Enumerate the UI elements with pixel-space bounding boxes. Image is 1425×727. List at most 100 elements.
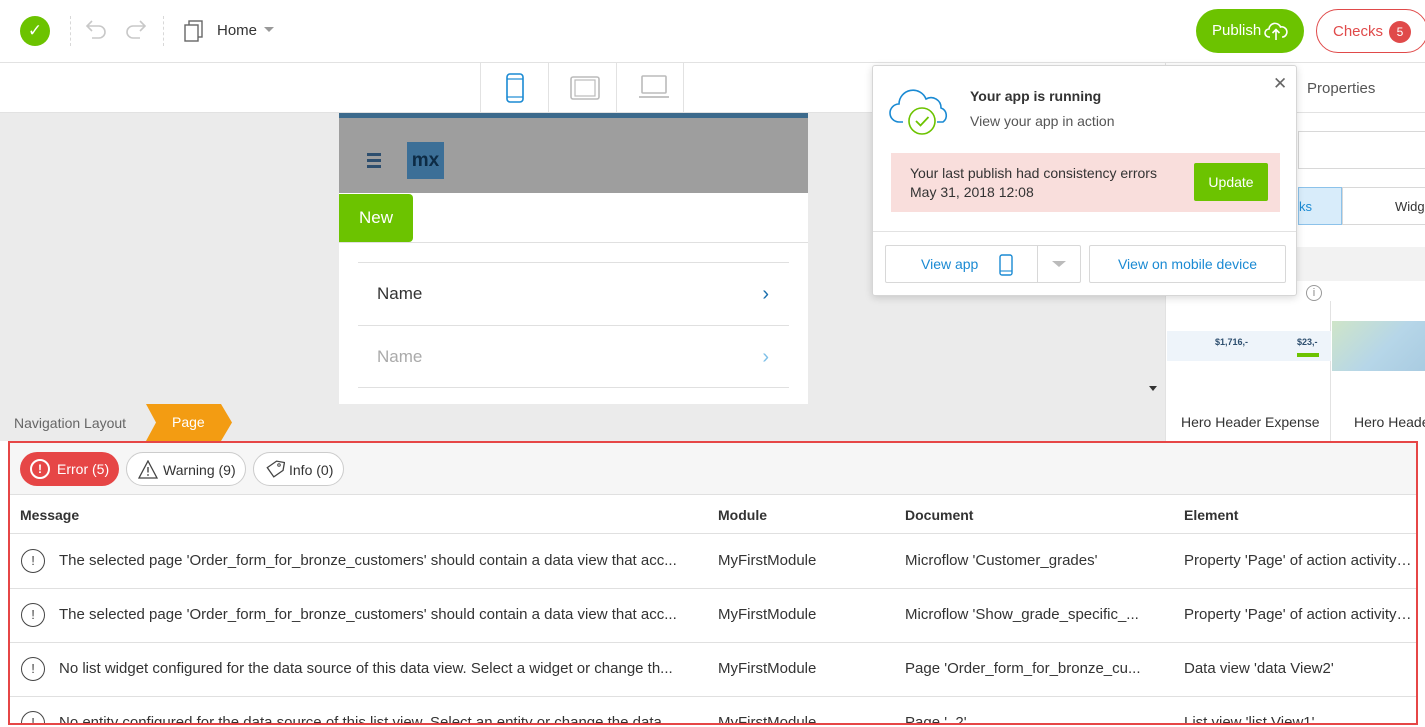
building-block-label: Hero Header Expense <box>1181 414 1320 430</box>
breadcrumb-page-label: Page <box>172 414 205 430</box>
popover-title: Your app is running <box>970 88 1102 104</box>
error-document: Page 'Order_form_for_bronze_cu... <box>905 660 1141 677</box>
toolbar-divider <box>163 16 164 46</box>
list-item[interactable]: Name › <box>358 325 789 387</box>
divider <box>339 242 808 243</box>
tab-building-blocks[interactable]: ks <box>1298 187 1342 225</box>
column-header-module[interactable]: Module <box>718 507 767 523</box>
table-row[interactable]: ! The selected page 'Order_form_for_bron… <box>10 589 1416 643</box>
phone-icon <box>999 254 1013 276</box>
laptop-icon <box>639 75 669 98</box>
phone-preview: mx New Name › Name › <box>339 113 808 404</box>
warning-icon <box>138 460 158 479</box>
error-element: Property 'Page' of action activity '... <box>1184 552 1414 569</box>
breadcrumb: Navigation Layout Page <box>0 404 1165 441</box>
tab-properties[interactable]: Properties <box>1307 80 1375 97</box>
table-row[interactable]: ! No list widget configured for the data… <box>10 643 1416 697</box>
hero-thumbnail-accent <box>1297 353 1319 357</box>
phone-view-tab[interactable] <box>480 63 548 113</box>
list-item[interactable] <box>358 387 789 404</box>
popover-subtitle: View your app in action <box>970 113 1115 129</box>
error-element: Property 'Page' of action activity '... <box>1184 606 1414 623</box>
view-on-mobile-button[interactable]: View on mobile device <box>1089 245 1286 283</box>
chevron-down-icon[interactable] <box>264 27 274 32</box>
info-filter-button[interactable]: Info (0) <box>253 452 344 486</box>
error-icon: ! <box>21 711 45 723</box>
info-icon[interactable]: i <box>1306 285 1322 301</box>
tablet-icon <box>570 76 600 100</box>
undo-icon[interactable] <box>82 16 110 44</box>
current-document-label[interactable]: Home <box>217 22 257 39</box>
desktop-view-tab[interactable] <box>616 63 684 113</box>
breadcrumb-page[interactable]: Page <box>146 404 232 441</box>
error-icon: ! <box>30 459 50 479</box>
close-icon[interactable]: ✕ <box>1273 74 1287 94</box>
map-thumbnail <box>1332 321 1425 371</box>
publish-button[interactable]: Publish <box>1196 9 1304 53</box>
consistency-error-alert: Your last publish had consistency errors… <box>891 153 1280 212</box>
error-element: List view 'list View1' <box>1184 714 1315 725</box>
scroll-down-arrow-icon[interactable] <box>1149 386 1157 391</box>
checks-button[interactable]: Checks 5 <box>1316 9 1425 53</box>
table-row[interactable]: ! No entity configured for the data sour… <box>10 697 1416 725</box>
toolbar-divider <box>70 16 71 46</box>
divider <box>1037 246 1038 282</box>
chevron-right-icon: › <box>762 283 769 305</box>
column-header-element[interactable]: Element <box>1184 507 1238 523</box>
building-block-label: Hero Heade <box>1354 414 1425 430</box>
errors-pane: ! Error (5) Warning (9) Info (0) Message… <box>8 441 1418 725</box>
hamburger-menu-icon[interactable] <box>367 153 381 171</box>
error-icon: ! <box>21 549 45 573</box>
error-module: MyFirstModule <box>718 606 817 623</box>
update-button[interactable]: Update <box>1194 163 1268 201</box>
new-button[interactable]: New <box>339 194 413 242</box>
cloud-check-icon <box>889 89 948 135</box>
warning-filter-button[interactable]: Warning (9) <box>126 452 246 486</box>
list-item-label: Name <box>377 347 423 366</box>
error-module: MyFirstModule <box>718 714 817 725</box>
cloud-upload-icon <box>1264 22 1288 40</box>
checks-label: Checks <box>1333 23 1384 40</box>
divider <box>873 231 1296 232</box>
tablet-view-tab[interactable] <box>548 63 616 113</box>
view-app-button[interactable]: View app <box>885 245 1081 283</box>
top-toolbar: ✓ Home Publish Checks 5 <box>0 0 1425 63</box>
error-message: The selected page 'Order_form_for_bronze… <box>59 606 677 623</box>
error-message: No entity configured for the data source… <box>59 714 675 725</box>
list-item-label: Name <box>377 284 423 303</box>
app-status-check-icon[interactable]: ✓ <box>20 16 50 46</box>
error-document: Microflow 'Show_grade_specific_... <box>905 606 1139 623</box>
alert-timestamp: May 31, 2018 12:08 <box>910 184 1034 200</box>
tag-icon <box>266 460 285 478</box>
list-item[interactable]: Name › <box>358 262 789 324</box>
error-filter-button[interactable]: ! Error (5) <box>20 452 119 486</box>
checks-count-badge: 5 <box>1389 21 1411 43</box>
breadcrumb-navigation-layout[interactable]: Navigation Layout <box>14 415 126 431</box>
column-header-document[interactable]: Document <box>905 507 973 523</box>
column-header-message[interactable]: Message <box>20 507 79 523</box>
toolbox-search-input[interactable] <box>1298 131 1425 169</box>
phone-header: mx <box>339 118 808 193</box>
error-module: MyFirstModule <box>718 552 817 569</box>
warning-filter-label: Warning (9) <box>163 462 236 478</box>
chevron-down-icon[interactable] <box>1052 261 1066 267</box>
error-message: The selected page 'Order_form_for_bronze… <box>59 552 677 569</box>
app-running-popover: ✕ Your app is running View your app in a… <box>872 65 1297 296</box>
error-element: Data view 'data View2' <box>1184 660 1334 677</box>
info-filter-label: Info (0) <box>289 462 334 478</box>
building-block-hero-header-expense[interactable]: $1,716,- $23,- Hero Header Expense <box>1167 301 1331 441</box>
publish-label: Publish <box>1212 22 1262 39</box>
table-row[interactable]: ! The selected page 'Order_form_for_bron… <box>10 535 1416 589</box>
tab-widgets[interactable]: Widg <box>1342 187 1425 225</box>
phone-icon <box>506 73 524 103</box>
pages-icon[interactable] <box>184 20 204 42</box>
error-message: No list widget configured for the data s… <box>59 660 673 677</box>
redo-icon[interactable] <box>122 16 150 44</box>
errors-table-header: Message Module Document Element <box>10 496 1416 534</box>
building-block-hero-header[interactable]: Hero Heade <box>1332 301 1425 441</box>
error-module: MyFirstModule <box>718 660 817 677</box>
chevron-right-icon: › <box>762 346 769 368</box>
error-icon: ! <box>21 603 45 627</box>
error-filter-label: Error (5) <box>57 461 110 477</box>
error-document: Page '_2' <box>905 714 967 725</box>
